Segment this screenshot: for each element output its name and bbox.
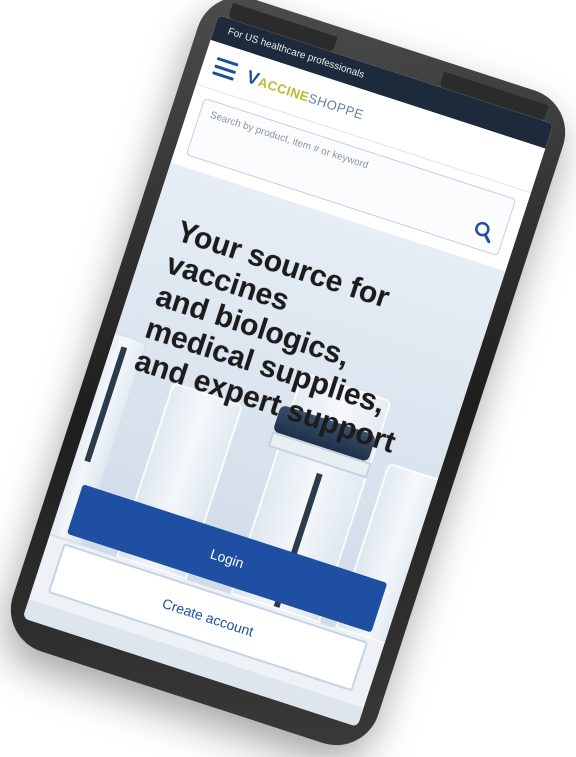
phone-device: For US healthcare professionals V ACCINE… xyxy=(0,0,576,757)
hamburger-menu-icon[interactable] xyxy=(212,56,239,81)
logo-rest-text: SHOPPE xyxy=(306,89,366,122)
search-icon[interactable] xyxy=(469,217,499,247)
logo-accent-text: ACCINE xyxy=(256,73,312,105)
